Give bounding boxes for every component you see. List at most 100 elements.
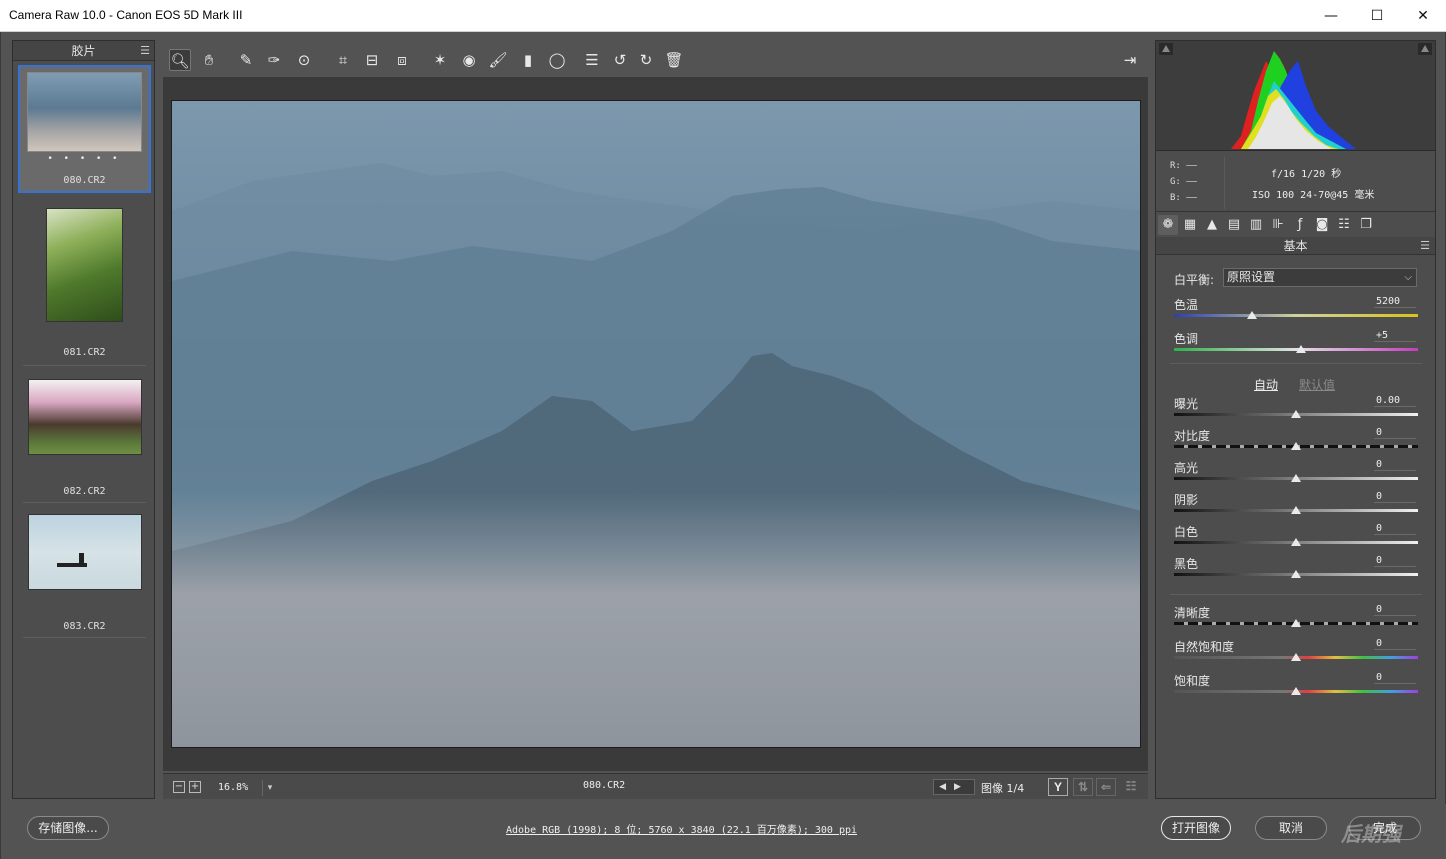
slider-thumb[interactable] xyxy=(1291,506,1301,514)
adjustment-panel: R: —— G: —— B: —— f/16 1/20 秒 ISO 100 24… xyxy=(1155,40,1436,799)
slider-5[interactable]: 阴影 0 xyxy=(1174,491,1418,523)
graduated-filter-gradient-icon[interactable]: ▮ xyxy=(517,49,539,71)
slider-2[interactable]: 曝光 0.00 xyxy=(1174,395,1418,427)
fullscreen-icon[interactable]: ⇥ xyxy=(1119,49,1141,71)
slider-track[interactable] xyxy=(1174,314,1418,317)
tab-effects-fx-icon[interactable]: ƒ xyxy=(1290,215,1310,235)
adjustment-brush-icon[interactable]: 🖌︎ xyxy=(487,49,509,71)
slider-thumb[interactable] xyxy=(1291,410,1301,418)
filmstrip-thumb-081[interactable]: 081.CR2 xyxy=(18,205,151,366)
image-nav-arrows[interactable]: ◀▶ xyxy=(933,779,975,795)
section-divider xyxy=(1170,594,1422,595)
tab-detail-triangle-icon[interactable]: ▲ xyxy=(1202,215,1222,235)
auto-link[interactable]: 自动 xyxy=(1254,376,1278,393)
slider-thumb[interactable] xyxy=(1291,474,1301,482)
white-balance-eyedropper-icon[interactable]: ✎ xyxy=(235,49,257,71)
tab-tone-curve-grid-icon[interactable]: ▦ xyxy=(1180,215,1200,235)
slider-thumb[interactable] xyxy=(1291,687,1301,695)
tab-lens-icon[interactable]: ⊪ xyxy=(1268,215,1288,235)
zoom-dropdown-icon[interactable]: ▾ xyxy=(262,780,277,796)
tab-presets-sliders-icon[interactable]: ☷ xyxy=(1334,215,1354,235)
open-image-button[interactable]: 打开图像 xyxy=(1161,816,1231,840)
red-eye-eye-icon[interactable]: ◉ xyxy=(458,49,480,71)
slider-7[interactable]: 黑色 0 xyxy=(1174,555,1418,587)
rotate-right-rotate-cw-icon[interactable]: ↻ xyxy=(635,49,657,71)
slider-thumb[interactable] xyxy=(1247,311,1258,319)
color-sampler-eyedropper-plus-icon[interactable]: ✑ xyxy=(263,49,285,71)
thumbnail-filename: 082.CR2 xyxy=(63,486,106,497)
slider-value-input[interactable]: 0 xyxy=(1374,672,1416,684)
save-image-button[interactable]: 存储图像... xyxy=(27,816,109,840)
thumb-separator xyxy=(23,365,146,366)
slider-thumb[interactable] xyxy=(1295,345,1306,353)
slider-value-input[interactable]: 5200 xyxy=(1374,296,1416,308)
targeted-adjustment-target-icon[interactable]: ⊙ xyxy=(293,49,315,71)
slider-value-input[interactable]: 0 xyxy=(1374,523,1416,535)
slider-3[interactable]: 对比度 0 xyxy=(1174,427,1418,459)
before-after-view-button[interactable]: Y xyxy=(1048,778,1068,796)
tab-split-toning-icon[interactable]: ▥ xyxy=(1246,215,1266,235)
maximize-button[interactable]: ☐ xyxy=(1354,0,1400,32)
tab-camera-calibration-icon[interactable]: ◙ xyxy=(1312,215,1332,235)
slider-10[interactable]: 饱和度 0 xyxy=(1174,672,1418,704)
straighten-tool-level-icon[interactable]: ⊟ xyxy=(361,49,383,71)
hand-tool-hand-icon[interactable]: ✋︎ xyxy=(198,49,220,71)
exif-iso-lens: ISO 100 24-70@45 毫米 xyxy=(1252,190,1375,201)
close-button[interactable]: ✕ xyxy=(1400,0,1446,32)
filmstrip-thumb-083[interactable]: 083.CR2 xyxy=(18,511,151,638)
minimize-button[interactable]: — xyxy=(1308,0,1354,32)
footer-bar: 存储图像... Adobe RGB (1998); 8 位; 5760 x 38… xyxy=(1,804,1446,859)
tab-basic-aperture-icon[interactable]: ❁ xyxy=(1158,215,1178,235)
r-readout: R: —— xyxy=(1170,161,1198,171)
zoom-in-button[interactable]: + xyxy=(189,781,201,793)
tab-snapshots-icon[interactable]: ❐ xyxy=(1356,215,1376,235)
slider-value-input[interactable]: 0.00 xyxy=(1374,395,1416,407)
watermark-logo: 后期强 xyxy=(1341,822,1401,846)
transform-tool-transform-icon[interactable]: ⧈ xyxy=(391,49,413,71)
slider-thumb[interactable] xyxy=(1291,442,1301,450)
slider-thumb[interactable] xyxy=(1291,570,1301,578)
slider-0[interactable]: 色温 5200 xyxy=(1174,296,1418,328)
panel-menu-icon[interactable]: ☰ xyxy=(1420,237,1430,255)
slider-thumb[interactable] xyxy=(1291,538,1301,546)
slider-6[interactable]: 白色 0 xyxy=(1174,523,1418,555)
slider-value-input[interactable]: 0 xyxy=(1374,604,1416,616)
slider-value-input[interactable]: 0 xyxy=(1374,555,1416,567)
slider-thumb[interactable] xyxy=(1291,653,1301,661)
preview-image[interactable] xyxy=(171,100,1141,748)
mountain-fog-scene xyxy=(172,163,1140,747)
slider-thumb[interactable] xyxy=(1291,619,1301,627)
zoom-tool-magnifier-icon[interactable]: 🔍︎ xyxy=(169,49,191,71)
slider-value-input[interactable]: 0 xyxy=(1374,459,1416,471)
rotate-left-rotate-ccw-icon[interactable]: ↺ xyxy=(609,49,631,71)
filmstrip-thumb-080[interactable]: • • • • • 080.CR2 xyxy=(18,65,151,193)
slider-label: 白色 xyxy=(1174,525,1199,539)
title-bar: Camera Raw 10.0 - Canon EOS 5D Mark III … xyxy=(0,0,1446,32)
cancel-button[interactable]: 取消 xyxy=(1255,816,1327,840)
slider-value-input[interactable]: 0 xyxy=(1374,491,1416,503)
thumb-separator xyxy=(23,637,146,638)
zoom-out-button[interactable]: − xyxy=(173,781,185,793)
slider-8[interactable]: 清晰度 0 xyxy=(1174,604,1418,636)
delete-trash-icon[interactable]: 🗑︎ xyxy=(663,49,685,71)
slider-value-input[interactable]: 0 xyxy=(1374,427,1416,439)
filmstrip-thumb-082[interactable]: 082.CR2 xyxy=(18,376,151,503)
slider-value-input[interactable]: +5 xyxy=(1374,330,1416,342)
tab-hsl-bars-icon[interactable]: ▤ xyxy=(1224,215,1244,235)
workflow-options-link[interactable]: Adobe RGB (1998); 8 位; 5760 x 3840 (22.1… xyxy=(506,821,857,836)
preferences-list-icon[interactable]: ☰ xyxy=(581,49,603,71)
filmstrip-menu-icon[interactable]: ☰ xyxy=(140,41,150,61)
crop-tool-crop-icon[interactable]: ⌗ xyxy=(332,49,354,71)
slider-value-input[interactable]: 0 xyxy=(1374,638,1416,650)
default-link[interactable]: 默认值 xyxy=(1299,376,1335,393)
preview-canvas[interactable] xyxy=(163,77,1148,771)
spot-removal-spot-icon[interactable]: ✶ xyxy=(429,49,451,71)
slider-9[interactable]: 自然饱和度 0 xyxy=(1174,638,1418,670)
slider-4[interactable]: 高光 0 xyxy=(1174,459,1418,491)
radial-filter-ellipse-icon[interactable]: ◯ xyxy=(546,49,568,71)
copy-settings-icon[interactable]: ⇐ xyxy=(1096,778,1116,796)
swap-settings-icon[interactable]: ⇅ xyxy=(1073,778,1093,796)
view-settings-icon[interactable]: ☷ xyxy=(1121,778,1141,796)
white-balance-select[interactable]: 原照设置 ⌵ xyxy=(1223,268,1417,287)
slider-1[interactable]: 色调 +5 xyxy=(1174,330,1418,362)
